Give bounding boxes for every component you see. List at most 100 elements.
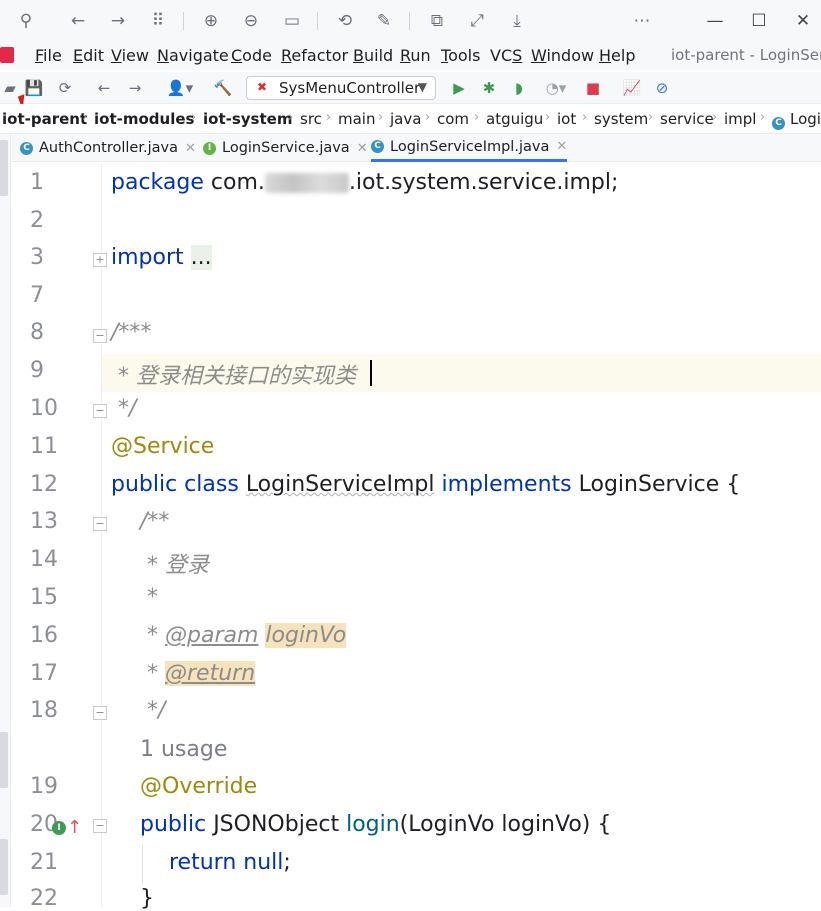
code-line-15[interactable]: * — [140, 585, 158, 610]
code-line-19[interactable]: @Override — [140, 774, 257, 799]
menu-code[interactable]: Code — [231, 46, 272, 65]
tab-loginservice[interactable]: I LoginService.java ✕ — [203, 134, 368, 162]
share-icon[interactable]: ⧉ — [426, 10, 448, 32]
breadcrumb-item[interactable]: com — [437, 110, 469, 128]
tab-authcontroller[interactable]: C AuthController.java ✕ — [20, 134, 196, 162]
breadcrumb-item[interactable]: main — [338, 110, 375, 128]
usage-hint[interactable]: 1 usage — [140, 737, 227, 762]
folded-imports[interactable]: ... — [190, 245, 212, 270]
edit-icon[interactable]: ✎ — [373, 10, 395, 32]
code-line-1[interactable]: package com. .iot.system.service.impl; — [111, 170, 618, 195]
fold-collapse-icon[interactable]: − — [93, 404, 107, 418]
open-folder-icon[interactable]: ▰ — [0, 78, 20, 98]
structure-tool-tab[interactable] — [0, 839, 8, 895]
code-line-18[interactable]: */ — [140, 698, 165, 723]
menu-view[interactable]: View — [111, 46, 149, 65]
save-icon[interactable]: 💾 — [24, 78, 44, 98]
download-icon[interactable]: ⤓ — [506, 10, 528, 32]
code-line-14[interactable]: * 登录 — [140, 547, 209, 579]
breadcrumb-item[interactable]: java — [390, 110, 421, 128]
code-line-12[interactable]: public class LoginServiceImpl implements… — [111, 472, 740, 497]
fold-collapse-icon[interactable]: − — [93, 329, 107, 343]
code-line-20[interactable]: public JSONObject login(LoginVo loginVo)… — [140, 812, 611, 837]
profiler-icon[interactable]: ◔▾ — [538, 78, 574, 98]
code-line-11[interactable]: @Service — [111, 434, 214, 459]
code-line-22[interactable]: } — [140, 886, 154, 911]
breadcrumb-item[interactable]: service — [660, 110, 714, 128]
breadcrumb-item[interactable]: system — [594, 110, 648, 128]
breadcrumb-item[interactable]: Logi — [790, 110, 821, 128]
menu-window[interactable]: Window — [531, 46, 594, 65]
back-arrow-icon[interactable]: ← — [67, 10, 89, 32]
fit-icon[interactable]: ▭ — [281, 10, 303, 32]
more-icon[interactable]: ⋯ — [631, 10, 653, 32]
close-tab-icon[interactable]: ✕ — [185, 141, 196, 156]
line-number[interactable]: 7 — [30, 283, 60, 308]
code-line-16[interactable]: * @param loginVo — [140, 623, 347, 648]
forward-icon[interactable]: → — [125, 78, 145, 98]
breadcrumb-item[interactable]: atguigu — [486, 110, 543, 128]
maximize-icon[interactable]: ☐ — [748, 10, 770, 32]
code-line-3[interactable]: import ... — [111, 245, 212, 270]
breadcrumb-item[interactable]: iot-modules — [94, 110, 194, 128]
line-number[interactable]: 8 — [30, 320, 60, 345]
line-number[interactable]: 22 — [30, 886, 60, 911]
menu-vcs[interactable]: VCS — [490, 46, 522, 65]
grid-icon[interactable]: ⠿ — [147, 10, 169, 32]
line-number[interactable]: 13 — [30, 509, 60, 534]
pin-icon[interactable]: ⚲ — [15, 10, 37, 32]
line-number[interactable]: 2 — [30, 208, 60, 233]
line-number[interactable]: 1 — [30, 170, 60, 195]
line-number[interactable]: 9 — [30, 358, 60, 383]
run-config-selector[interactable]: ✖ SysMenuController ▼ — [246, 76, 436, 100]
menu-help[interactable]: Help — [599, 46, 635, 65]
menu-navigate[interactable]: Navigate — [157, 46, 229, 65]
breadcrumb-item[interactable]: iot-parent — [2, 110, 87, 128]
monitor-icon[interactable]: 📈 — [622, 78, 642, 98]
override-gutter-marker[interactable]: I ↑ — [52, 817, 82, 838]
menu-edit[interactable]: Edit — [73, 46, 104, 65]
line-number[interactable]: 18 — [30, 698, 60, 723]
code-line-10[interactable]: */ — [111, 396, 136, 421]
menu-run[interactable]: Run — [400, 46, 431, 65]
fold-collapse-icon[interactable]: − — [93, 706, 107, 720]
menu-refactor[interactable]: Refactor — [281, 46, 348, 65]
vcs-user-icon[interactable]: 👤▾ — [165, 78, 195, 98]
minimize-icon[interactable]: — — [704, 10, 726, 32]
debug-icon[interactable]: ✱ — [479, 78, 499, 98]
line-number[interactable]: 14 — [30, 547, 60, 572]
fold-expand-icon[interactable]: + — [93, 253, 107, 267]
breadcrumb-item[interactable]: iot-system — [203, 110, 292, 128]
back-icon[interactable]: ← — [94, 78, 114, 98]
bookmarks-tool-tab[interactable] — [0, 732, 8, 788]
line-number[interactable]: 16 — [30, 623, 60, 648]
zoom-out-icon[interactable]: ⊖ — [240, 10, 262, 32]
breadcrumb-item[interactable]: src — [300, 110, 322, 128]
zoom-in-icon[interactable]: ⊕ — [200, 10, 222, 32]
forward-arrow-icon[interactable]: → — [107, 10, 129, 32]
code-line-9[interactable]: * 登录相关接口的实现类 — [111, 358, 356, 390]
coverage-icon[interactable]: ◗ — [509, 78, 529, 98]
power-save-icon[interactable]: ⊘ — [652, 78, 672, 98]
code-line-21[interactable]: return null; — [169, 850, 291, 875]
tab-loginserviceimpl[interactable]: C LoginServiceImpl.java ✕ — [371, 134, 568, 162]
close-tab-icon[interactable]: ✕ — [556, 139, 567, 154]
intellij-logo-icon[interactable] — [0, 47, 14, 63]
breadcrumb-item[interactable]: impl — [724, 110, 756, 128]
line-number[interactable]: 10 — [30, 396, 60, 421]
project-tool-tab[interactable] — [0, 140, 8, 196]
line-number[interactable]: 3 — [30, 245, 60, 270]
close-tab-icon[interactable]: ✕ — [357, 141, 368, 156]
line-number[interactable]: 15 — [30, 585, 60, 610]
line-number[interactable]: 19 — [30, 774, 60, 799]
line-number[interactable]: 12 — [30, 472, 60, 497]
run-icon[interactable]: ▶ — [449, 78, 469, 98]
fold-collapse-icon[interactable]: − — [93, 819, 107, 833]
line-number[interactable]: 21 — [30, 850, 60, 875]
close-icon[interactable]: ✕ — [792, 10, 814, 32]
sync-icon[interactable]: ⟳ — [55, 78, 75, 98]
rotate-icon[interactable]: ⟲ — [334, 10, 356, 32]
code-line-8[interactable]: /*** — [111, 320, 151, 345]
line-number[interactable]: 11 — [30, 434, 60, 459]
menu-file[interactable]: File — [35, 46, 62, 65]
